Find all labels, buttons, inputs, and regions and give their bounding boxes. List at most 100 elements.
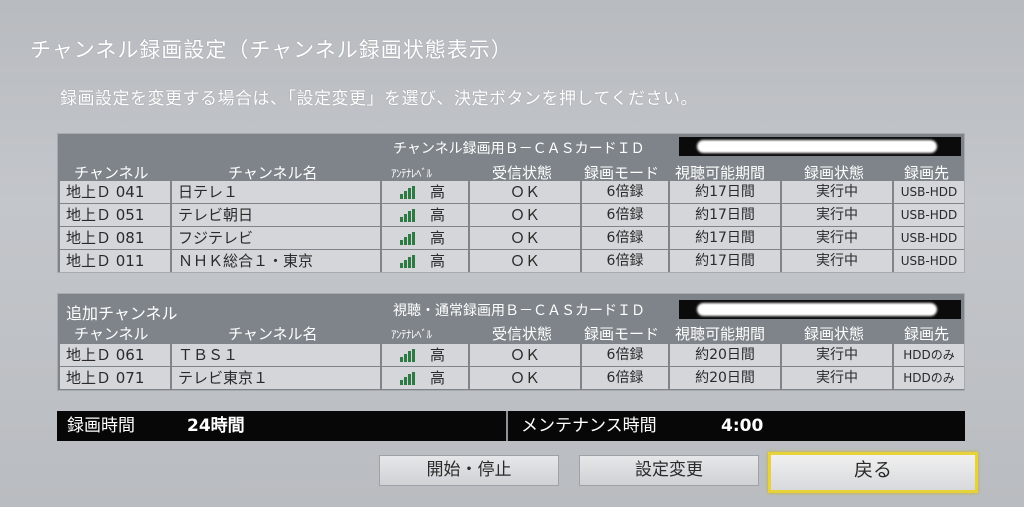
header-reception: 受信状態 bbox=[492, 325, 553, 343]
record-time-label: 録画時間 bbox=[67, 416, 135, 436]
header-antenna-level: ｱﾝﾃﾅﾚﾍﾞﾙ bbox=[391, 328, 432, 341]
header-state: 録画状態 bbox=[804, 164, 865, 182]
period-cell: 約17日間 bbox=[670, 181, 780, 203]
instruction-text: 録画設定を変更する場合は、「設定変更」を選び、決定ボタンを押してください。 bbox=[60, 89, 698, 109]
antenna-level-value: 高 bbox=[430, 346, 446, 364]
antenna-level-value: 高 bbox=[430, 183, 446, 201]
antenna-level-cell: 高 bbox=[382, 344, 468, 366]
state-cell: 実行中 bbox=[782, 204, 892, 226]
page-title: チャンネル録画設定（チャンネル録画状態表示） bbox=[30, 38, 513, 62]
channel-name-cell: テレビ東京１ bbox=[172, 367, 380, 389]
channel-recording-panel: チャンネル録画用Ｂ－ＣＡＳカードＩＤ チャンネル チャンネル名 ｱﾝﾃﾅﾚﾍﾞﾙ… bbox=[57, 133, 965, 273]
change-settings-button[interactable]: 設定変更 bbox=[579, 455, 759, 486]
period-cell: 約17日間 bbox=[670, 227, 780, 249]
header-destination: 録画先 bbox=[904, 325, 950, 343]
reception-cell: ＯＫ bbox=[470, 250, 580, 272]
header-channel-name: チャンネル名 bbox=[228, 325, 318, 343]
antenna-level-value: 高 bbox=[430, 206, 446, 224]
status-bar: 録画時間 24時間 メンテナンス時間 4:00 bbox=[57, 411, 965, 441]
state-cell: 実行中 bbox=[782, 367, 892, 389]
destination-cell: USB-HDD bbox=[894, 204, 964, 226]
period-cell: 約20日間 bbox=[670, 344, 780, 366]
additional-channel-panel: 追加チャンネル 視聴・通常録画用Ｂ－ＣＡＳカードＩＤ チャンネル チャンネル名 … bbox=[57, 293, 965, 391]
table-row: 地上Ｄ 011 ＮＨＫ総合１・東京 高 ＯＫ 6倍録 約17日間 実行中 USB-HDD bbox=[60, 250, 964, 272]
antenna-level-cell: 高 bbox=[382, 250, 468, 272]
card-id-label: チャンネル録画用Ｂ－ＣＡＳカードＩＤ bbox=[393, 141, 645, 157]
card-id-value-2 bbox=[679, 300, 961, 319]
table-row: 地上Ｄ 041 日テレ１ 高 ＯＫ 6倍録 約17日間 実行中 USB-HDD bbox=[60, 181, 964, 203]
channel-name-cell: ＴＢＳ１ bbox=[172, 344, 380, 366]
card-id-value bbox=[679, 137, 961, 156]
channel-cell: 地上Ｄ 011 bbox=[60, 250, 170, 272]
header-mode: 録画モード bbox=[584, 325, 660, 343]
header-mode: 録画モード bbox=[584, 164, 660, 182]
signal-bars-icon bbox=[400, 232, 416, 245]
destination-cell: USB-HDD bbox=[894, 227, 964, 249]
antenna-level-cell: 高 bbox=[382, 181, 468, 203]
destination-cell: HDDのみ bbox=[894, 367, 964, 389]
reception-cell: ＯＫ bbox=[470, 367, 580, 389]
channel-name-cell: ＮＨＫ総合１・東京 bbox=[172, 250, 380, 272]
channel-cell: 地上Ｄ 081 bbox=[60, 227, 170, 249]
maintenance-time-value: 4:00 bbox=[721, 416, 764, 436]
start-stop-button[interactable]: 開始・停止 bbox=[379, 455, 559, 486]
destination-cell: USB-HDD bbox=[894, 250, 964, 272]
channel-name-cell: 日テレ１ bbox=[172, 181, 380, 203]
signal-bars-icon bbox=[400, 372, 416, 385]
period-cell: 約20日間 bbox=[670, 367, 780, 389]
mode-cell: 6倍録 bbox=[582, 227, 668, 249]
header-channel: チャンネル bbox=[74, 325, 149, 343]
period-cell: 約17日間 bbox=[670, 204, 780, 226]
antenna-level-value: 高 bbox=[430, 252, 446, 270]
header-reception: 受信状態 bbox=[492, 164, 553, 182]
mode-cell: 6倍録 bbox=[582, 344, 668, 366]
mode-cell: 6倍録 bbox=[582, 367, 668, 389]
reception-cell: ＯＫ bbox=[470, 227, 580, 249]
header-channel-name: チャンネル名 bbox=[228, 164, 318, 182]
state-cell: 実行中 bbox=[782, 344, 892, 366]
status-divider bbox=[506, 411, 508, 441]
signal-bars-icon bbox=[400, 209, 416, 222]
state-cell: 実行中 bbox=[782, 181, 892, 203]
channel-cell: 地上Ｄ 041 bbox=[60, 181, 170, 203]
signal-bars-icon bbox=[400, 186, 416, 199]
mode-cell: 6倍録 bbox=[582, 181, 668, 203]
header-period: 視聴可能期間 bbox=[675, 325, 766, 343]
reception-cell: ＯＫ bbox=[470, 344, 580, 366]
state-cell: 実行中 bbox=[782, 250, 892, 272]
period-cell: 約17日間 bbox=[670, 250, 780, 272]
additional-channel-title: 追加チャンネル bbox=[66, 304, 178, 323]
record-time-value: 24時間 bbox=[187, 416, 245, 436]
signal-bars-icon bbox=[400, 349, 416, 362]
maintenance-time-label: メンテナンス時間 bbox=[521, 416, 657, 436]
table-row: 地上Ｄ 071 テレビ東京１ 高 ＯＫ 6倍録 約20日間 実行中 HDDのみ bbox=[60, 367, 964, 389]
signal-bars-icon bbox=[400, 255, 416, 268]
channel-cell: 地上Ｄ 051 bbox=[60, 204, 170, 226]
table-row: 地上Ｄ 081 フジテレビ 高 ＯＫ 6倍録 約17日間 実行中 USB-HDD bbox=[60, 227, 964, 249]
table-row: 地上Ｄ 061 ＴＢＳ１ 高 ＯＫ 6倍録 約20日間 実行中 HDDのみ bbox=[60, 344, 964, 366]
antenna-level-cell: 高 bbox=[382, 227, 468, 249]
channel-cell: 地上Ｄ 071 bbox=[60, 367, 170, 389]
header-antenna-level: ｱﾝﾃﾅﾚﾍﾞﾙ bbox=[391, 167, 432, 180]
state-cell: 実行中 bbox=[782, 227, 892, 249]
antenna-level-value: 高 bbox=[430, 369, 446, 387]
table-row: 地上Ｄ 051 テレビ朝日 高 ＯＫ 6倍録 約17日間 実行中 USB-HDD bbox=[60, 204, 964, 226]
antenna-level-cell: 高 bbox=[382, 204, 468, 226]
mode-cell: 6倍録 bbox=[582, 204, 668, 226]
reception-cell: ＯＫ bbox=[470, 181, 580, 203]
channel-name-cell: テレビ朝日 bbox=[172, 204, 380, 226]
header-period: 視聴可能期間 bbox=[675, 164, 766, 182]
reception-cell: ＯＫ bbox=[470, 204, 580, 226]
back-button[interactable]: 戻る bbox=[768, 452, 978, 493]
antenna-level-cell: 高 bbox=[382, 367, 468, 389]
header-destination: 録画先 bbox=[904, 164, 950, 182]
channel-name-cell: フジテレビ bbox=[172, 227, 380, 249]
destination-cell: USB-HDD bbox=[894, 181, 964, 203]
antenna-level-value: 高 bbox=[430, 229, 446, 247]
destination-cell: HDDのみ bbox=[894, 344, 964, 366]
card-id-label-2: 視聴・通常録画用Ｂ－ＣＡＳカードＩＤ bbox=[393, 303, 645, 319]
channel-cell: 地上Ｄ 061 bbox=[60, 344, 170, 366]
mode-cell: 6倍録 bbox=[582, 250, 668, 272]
header-state: 録画状態 bbox=[804, 325, 865, 343]
header-channel: チャンネル bbox=[74, 164, 149, 182]
